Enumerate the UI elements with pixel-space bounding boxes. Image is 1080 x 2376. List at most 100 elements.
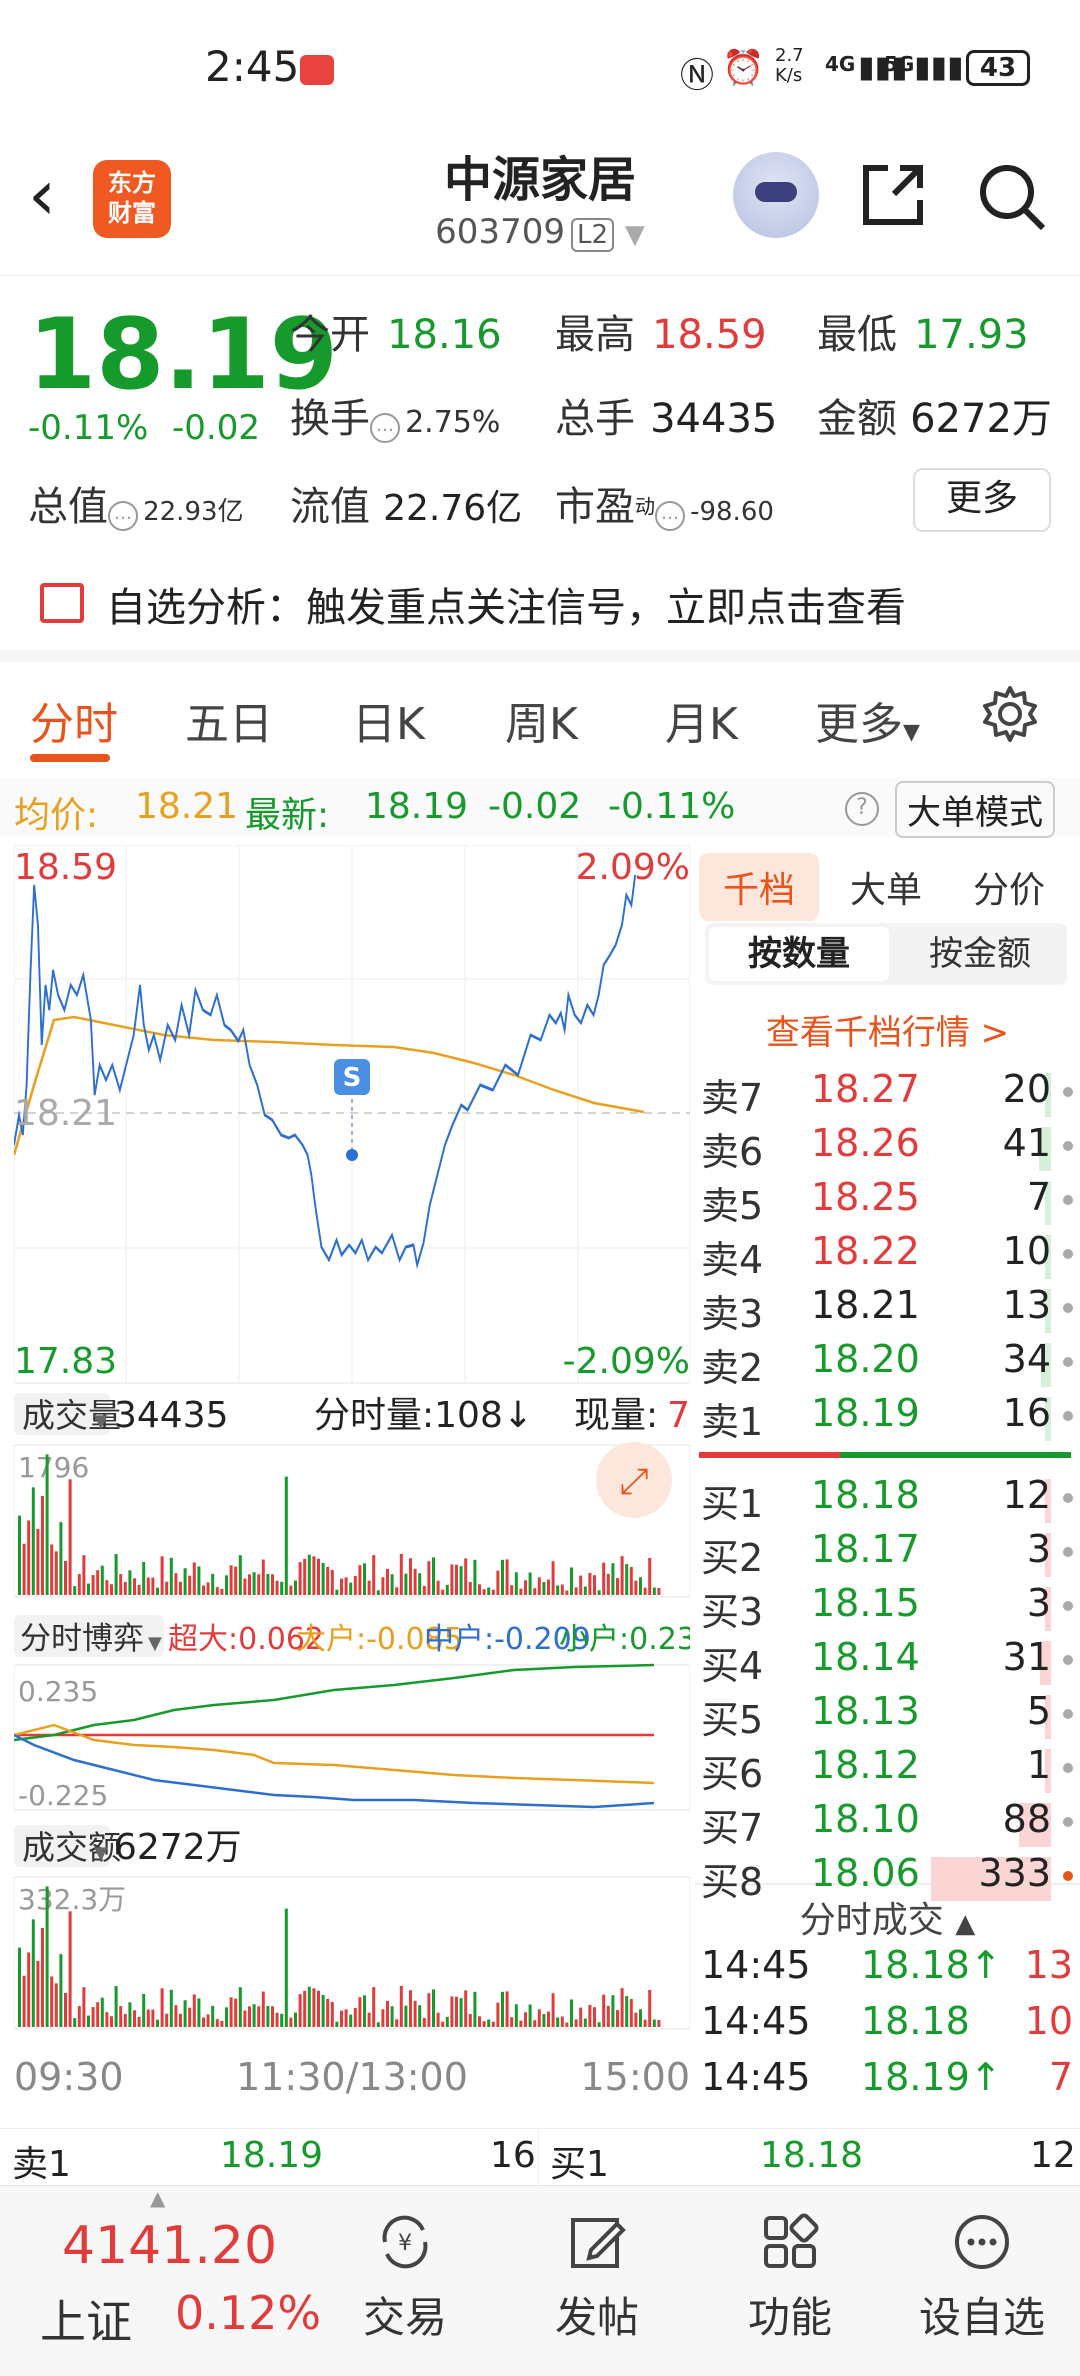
bid-row[interactable]: 买1 18.18 12 — [701, 1473, 1073, 1527]
trade-time: 14:45 — [701, 1999, 811, 2043]
trade-row: 14:45 18.18 10 — [701, 1999, 1073, 2055]
bar-mark — [284, 1908, 288, 2027]
mktcap-value: 22.93亿 — [143, 497, 244, 527]
bar-mark — [50, 1544, 54, 1595]
bar-mark — [643, 2019, 647, 2027]
high-value: 18.59 — [652, 312, 767, 358]
ask-row[interactable]: 卖1 18.19 16 — [701, 1391, 1073, 1445]
tab-more[interactable]: 更多▼ — [815, 688, 920, 752]
battery-icon: 43 — [966, 50, 1030, 86]
bid-row[interactable]: 买7 18.10 88 — [701, 1797, 1073, 1851]
bid-row[interactable]: 买4 18.14 31 — [701, 1635, 1073, 1689]
bar-mark — [551, 1993, 555, 2027]
time-start: 09:30 — [14, 2055, 124, 2099]
bar-mark — [363, 1563, 366, 1595]
bar-mark — [215, 2019, 219, 2027]
status-dot — [1063, 1871, 1073, 1881]
bar-mark — [87, 1583, 90, 1595]
tab-intraday[interactable]: 分时 — [30, 688, 118, 752]
nav-trade[interactable]: ¥ 交易 — [330, 2186, 480, 2376]
axis-top-price: 18.59 — [14, 847, 117, 888]
yen-cycle-icon: ¥ — [382, 2215, 428, 2269]
bar-mark — [395, 1587, 399, 1595]
ask-row[interactable]: 卖4 18.22 10 — [701, 1229, 1073, 1283]
ask-row[interactable]: 卖5 18.25 7 — [701, 1175, 1073, 1229]
bar-mark — [542, 2014, 546, 2027]
selector-caret-icon: ▼ — [94, 1843, 108, 1864]
more-button[interactable]: 更多 — [913, 468, 1051, 532]
intraday-chart[interactable]: S 18.59 2.09% 18.21 17.83 -2.09% 成交量 ▼ 3… — [12, 844, 715, 2115]
index-widget[interactable]: ▲ 4141.20 上证 0.12% — [20, 2186, 322, 2376]
bar-mark — [128, 2002, 132, 2027]
bar-mark — [648, 1989, 652, 2027]
bid-row[interactable]: 买3 18.15 3 — [701, 1581, 1073, 1635]
gear-icon[interactable] — [980, 684, 1040, 744]
ask-row[interactable]: 卖2 18.20 34 — [701, 1337, 1073, 1391]
bar-mark — [169, 1989, 173, 2027]
bar-mark — [381, 2009, 385, 2027]
bar-mark — [418, 2005, 422, 2027]
bar-mark — [427, 1561, 431, 1595]
bid-row[interactable]: 买5 18.13 5 — [701, 1689, 1073, 1743]
bar-mark — [353, 1575, 357, 1595]
bid-row[interactable]: 买2 18.17 3 — [701, 1527, 1073, 1581]
pe-value: -98.60 — [690, 497, 774, 527]
help-icon[interactable]: ? — [845, 792, 879, 826]
bar-mark — [588, 2004, 592, 2027]
nav-add-watchlist[interactable]: 设自选 — [907, 2186, 1057, 2376]
book-tab-price[interactable]: 分价 — [973, 861, 1045, 913]
book-tab-big-order[interactable]: 大单 — [850, 861, 922, 913]
info-icon[interactable]: … — [655, 500, 685, 531]
ask-row[interactable]: 卖3 18.21 13 — [701, 1283, 1073, 1337]
app-notification-icon — [300, 55, 334, 85]
nav-functions[interactable]: 功能 — [715, 2186, 865, 2376]
by-amount-button[interactable]: 按金额 — [895, 927, 1065, 981]
bar-mark — [146, 1577, 150, 1595]
analysis-alert[interactable]: 自选分析：触发重点关注信号，立即点击查看 — [0, 565, 1080, 650]
bar-mark — [197, 1566, 201, 1595]
nav-functions-label: 功能 — [747, 2293, 832, 2342]
big-order-mode-button[interactable]: 大单模式 — [895, 781, 1055, 838]
tab-weekly-k[interactable]: 周K — [505, 688, 578, 752]
trade-time: 14:45 — [701, 1943, 811, 1987]
index-pct: 0.12% — [175, 2286, 322, 2340]
tab-five-day[interactable]: 五日 — [185, 688, 273, 752]
ask-row[interactable]: 卖7 18.27 20 — [701, 1067, 1073, 1121]
bar-mark — [551, 1561, 555, 1595]
search-icon[interactable] — [975, 160, 1047, 232]
mktcap-label: 总值 — [28, 484, 108, 530]
bid-row[interactable]: 买6 18.12 1 — [701, 1743, 1073, 1797]
by-quantity-button[interactable]: 按数量 — [709, 927, 889, 981]
bar-mark — [386, 1568, 389, 1595]
amount-label: 金额 — [817, 396, 897, 442]
bar-mark — [188, 1575, 192, 1595]
tab-daily-k[interactable]: 日K — [352, 688, 425, 752]
expand-icon[interactable]: ⤢ — [620, 1461, 649, 1502]
bar-mark — [602, 1562, 606, 1595]
assistant-avatar-icon[interactable] — [733, 152, 819, 238]
bar-mark — [321, 1562, 325, 1595]
game-selector[interactable]: 分时博弈 — [20, 1621, 144, 1657]
share-icon[interactable] — [858, 160, 928, 230]
ask-row[interactable]: 卖6 18.26 41 — [701, 1121, 1073, 1175]
bid-volume: 3 — [1026, 1581, 1051, 1625]
ask-label: 卖2 — [701, 1346, 764, 1390]
bar-mark — [583, 2018, 587, 2027]
tab-monthly-k[interactable]: 月K — [665, 688, 738, 752]
bar-mark — [473, 1991, 477, 2027]
bar-mark — [206, 2014, 210, 2027]
bar-mark — [211, 1573, 215, 1595]
bar-mark — [326, 1998, 330, 2027]
bar-mark — [142, 1993, 146, 2027]
bar-mark — [363, 1995, 366, 2027]
bid-price: 18.13 — [811, 1689, 920, 1733]
bar-mark — [77, 2006, 81, 2027]
bid-row[interactable]: 买8 18.06 333 — [701, 1851, 1073, 1905]
bar-mark — [234, 1566, 238, 1595]
bar-mark — [280, 2013, 284, 2027]
depth-link[interactable]: 查看千档行情 > — [695, 1005, 1080, 1054]
nav-post[interactable]: 发帖 — [522, 2186, 672, 2376]
info-icon[interactable]: … — [108, 500, 138, 531]
info-icon[interactable]: … — [370, 412, 400, 443]
book-tab-depth[interactable]: 千档 — [699, 853, 820, 921]
